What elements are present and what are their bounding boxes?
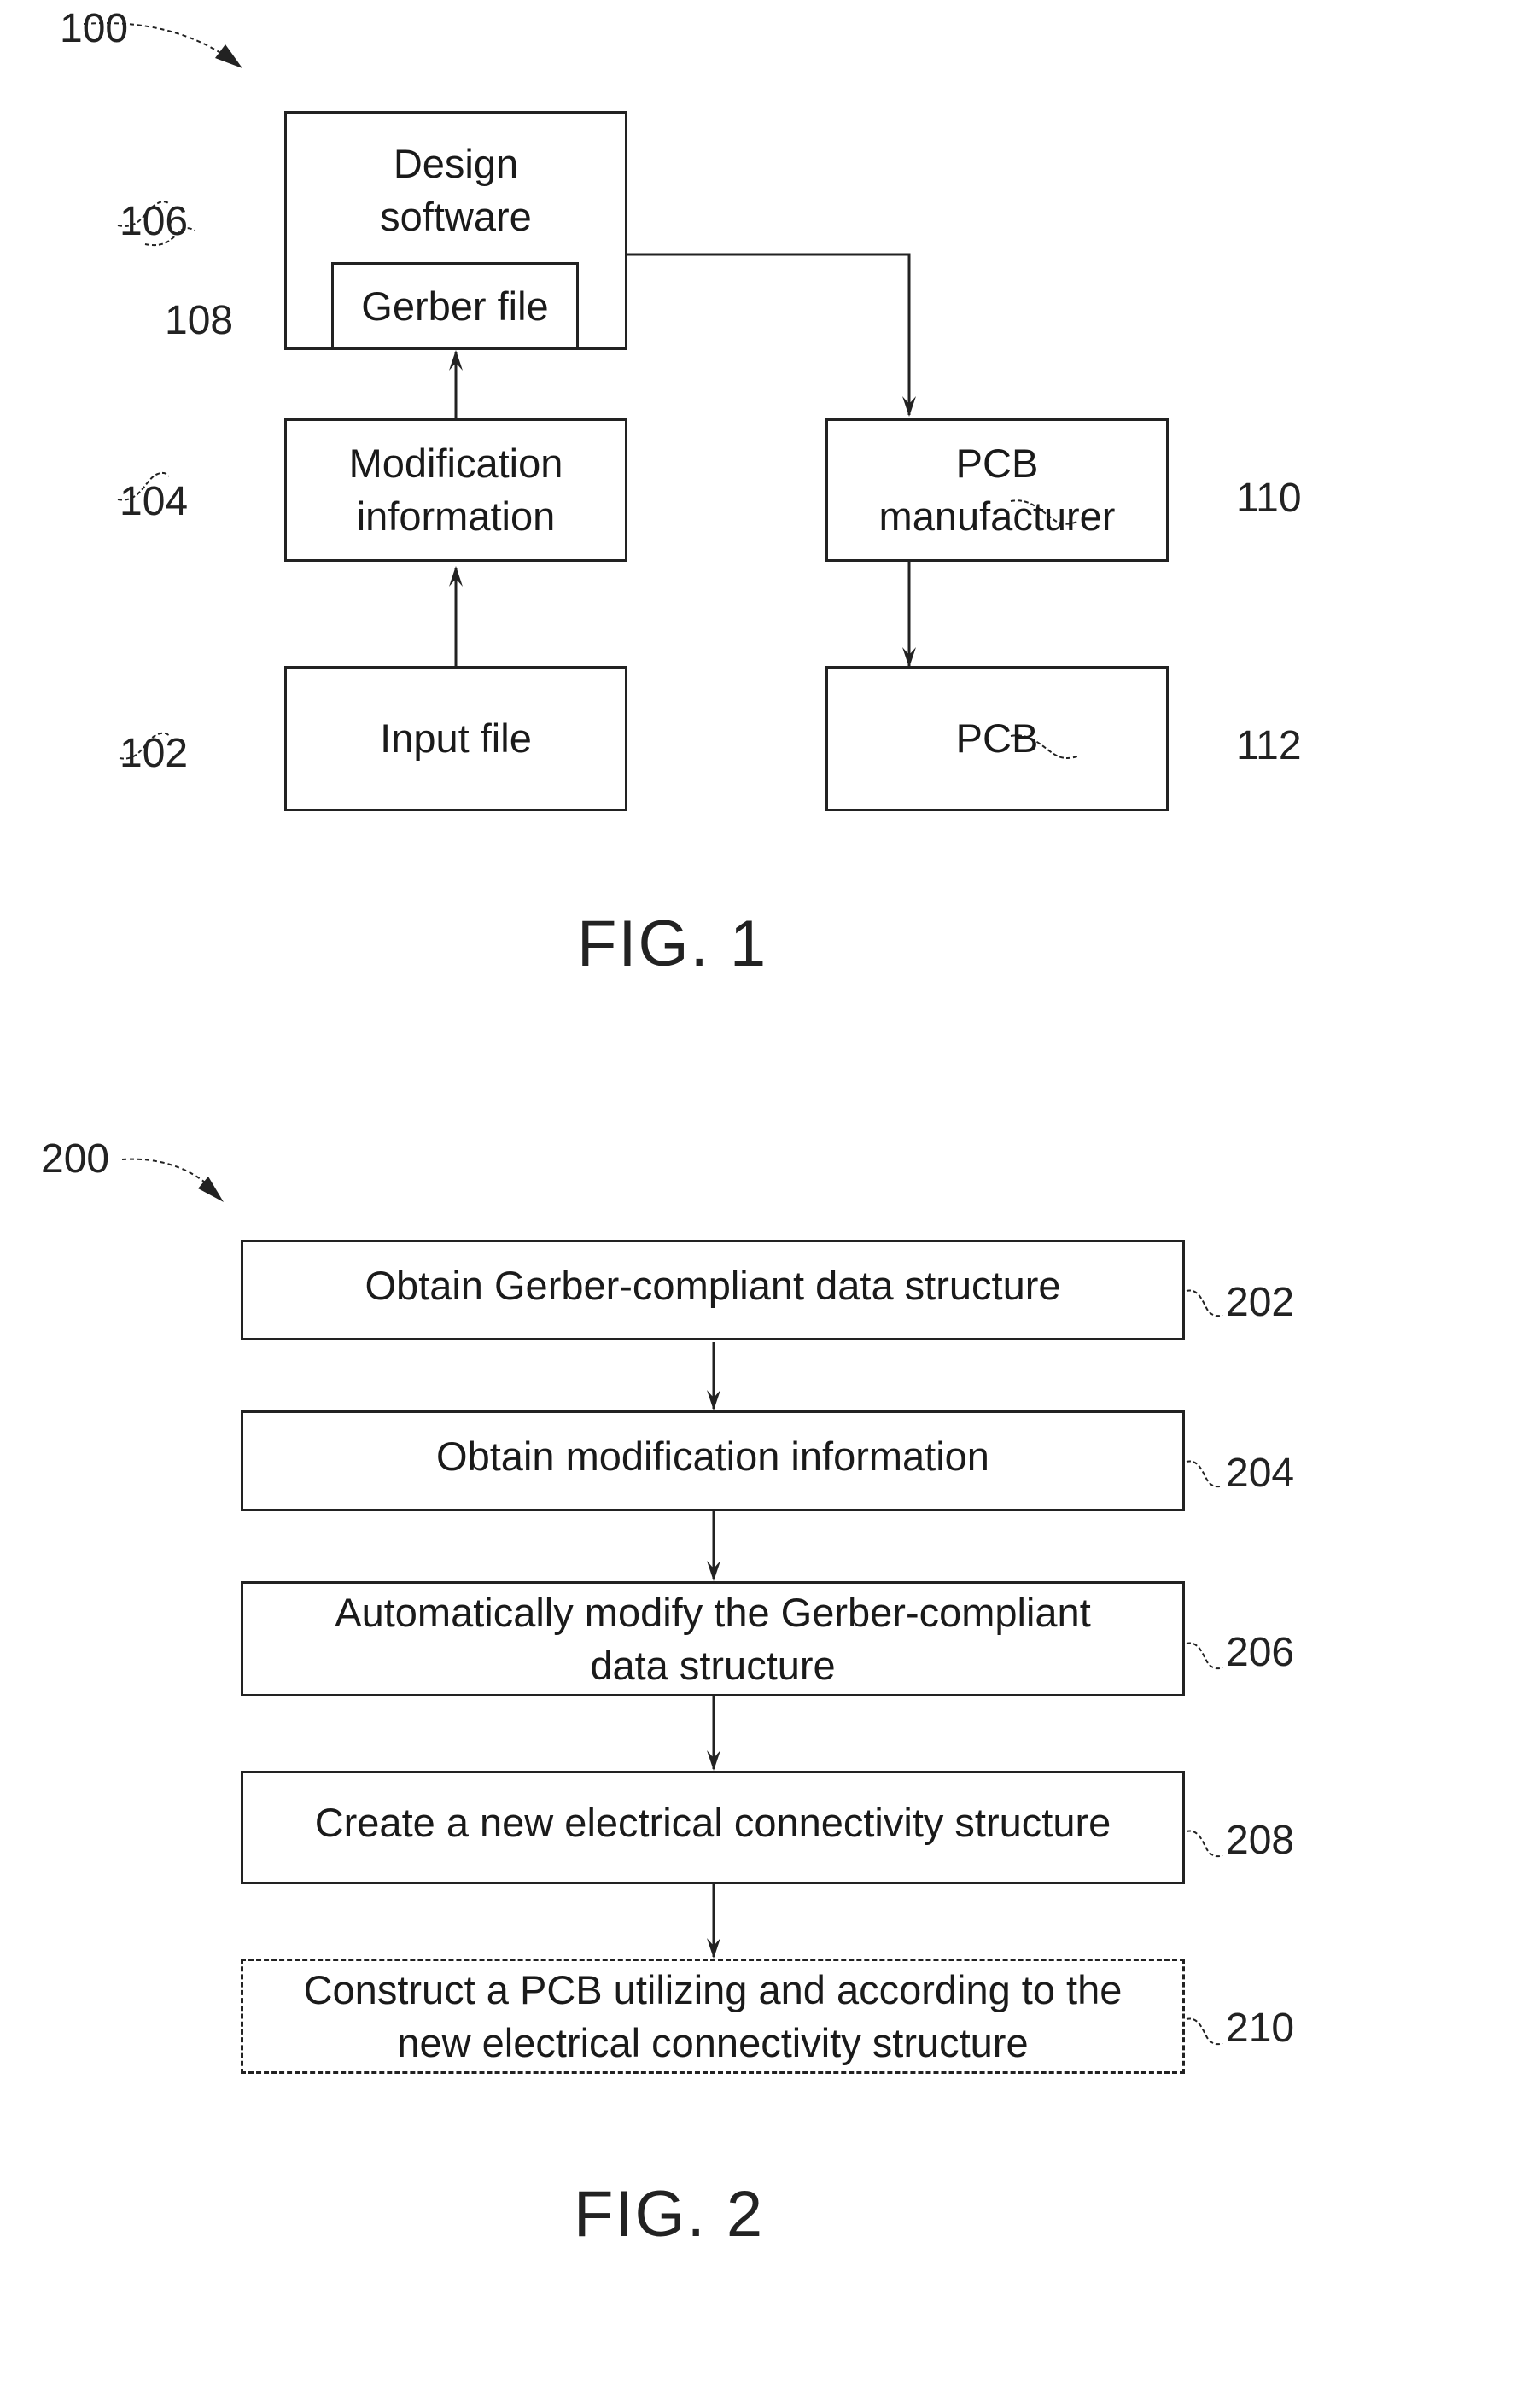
step-204-label: Obtain modification information [436, 1433, 989, 1479]
ref-208: 208 [1226, 1818, 1295, 1863]
step-210-line-1: Construct a PCB utilizing and according … [303, 1966, 1123, 2012]
node-input-file-label: Input file [380, 715, 532, 761]
leader-206 [1186, 1642, 1223, 1670]
fig2-reference-number: 200 [41, 1136, 110, 1182]
step-202-label: Obtain Gerber-compliant data structure [365, 1263, 1061, 1308]
fig1-caption: FIG. 1 [577, 908, 768, 980]
node-design-software-line-1: Design [393, 141, 519, 186]
node-modification-information: Modification information [284, 418, 627, 562]
node-pcb-manufacturer-line-1: PCB [955, 441, 1039, 486]
node-pcb: PCB [825, 666, 1169, 811]
node-design-software-line-2: software [380, 194, 532, 239]
step-206-line-2: data structure [590, 1642, 836, 1688]
node-modification-information-line-1: Modification [348, 441, 563, 486]
leader-208 [1186, 1830, 1223, 1858]
leader-210 [1186, 2017, 1223, 2046]
ref-104: 104 [120, 479, 189, 524]
ref-100-arrowhead [215, 44, 242, 68]
node-input-file: Input file [284, 666, 627, 811]
step-204: Obtain modification information [241, 1410, 1185, 1511]
fig1-reference-number: 100 [60, 6, 129, 51]
ref-210: 210 [1226, 2006, 1295, 2051]
step-206-line-1: Automatically modify the Gerber-complian… [335, 1589, 1091, 1635]
ref-202: 202 [1226, 1280, 1295, 1325]
step-206: Automatically modify the Gerber-complian… [241, 1581, 1185, 1696]
edge-design-to-manufacturer [627, 253, 916, 417]
step-210-line-2: new electrical connectivity structure [397, 2019, 1029, 2065]
ref-102: 102 [120, 731, 189, 776]
step-208-label: Create a new electrical connectivity str… [314, 1799, 1111, 1845]
node-pcb-label: PCB [955, 715, 1039, 761]
node-pcb-manufacturer-line-2: manufacturer [878, 493, 1116, 539]
node-modification-information-line-2: information [356, 493, 556, 539]
ref-106: 106 [120, 199, 189, 244]
ref-206: 206 [1226, 1630, 1295, 1675]
ref-200-arrowhead [198, 1177, 224, 1202]
leader-202 [1186, 1289, 1223, 1317]
node-pcb-manufacturer: PCB manufacturer [825, 418, 1169, 562]
ref-204: 204 [1226, 1451, 1295, 1496]
ref-108: 108 [165, 298, 234, 343]
ref-112: 112 [1236, 723, 1302, 768]
step-208: Create a new electrical connectivity str… [241, 1771, 1185, 1884]
node-gerber-file-label: Gerber file [361, 283, 549, 329]
leader-204 [1186, 1460, 1223, 1488]
fig2-caption: FIG. 2 [574, 2178, 765, 2251]
step-210-optional: Construct a PCB utilizing and according … [241, 1959, 1185, 2074]
node-gerber-file: Gerber file [331, 262, 579, 350]
ref-110: 110 [1236, 476, 1302, 521]
step-202: Obtain Gerber-compliant data structure [241, 1240, 1185, 1340]
